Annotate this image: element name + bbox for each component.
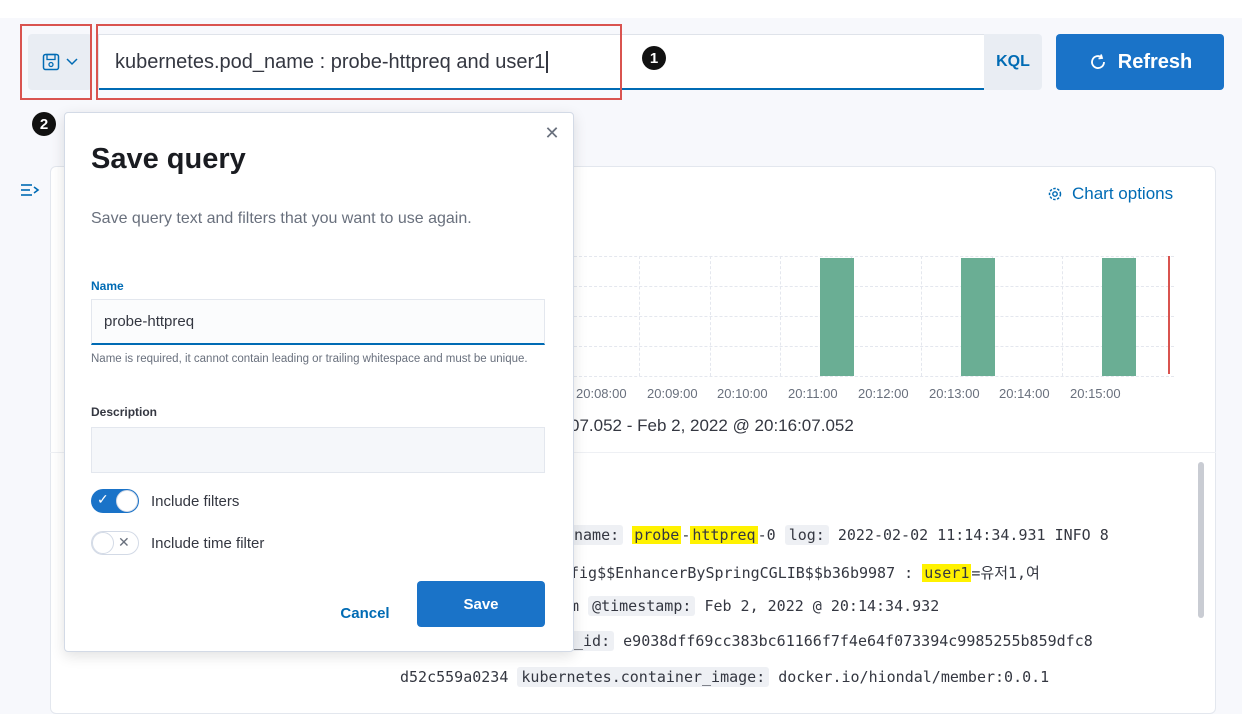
query-input-underline	[99, 88, 984, 90]
field-pod-name-key: name:	[570, 525, 624, 545]
document-line-4: _id: e9038dff69cc383bc61166f7f4e64f07339…	[570, 631, 1093, 651]
modal-title: Save query	[91, 143, 246, 175]
name-label: Name	[91, 279, 124, 293]
gear-icon	[1048, 187, 1062, 201]
chart-bar[interactable]	[1102, 258, 1136, 376]
document-line-1: name: probe - httpreq -0 log: 2022-02-02 11…	[570, 525, 1109, 545]
chart-gridline-v	[921, 256, 922, 376]
chart-gridline-h	[574, 286, 1174, 287]
chart-gridline-h	[574, 376, 1174, 377]
description-label: Description	[91, 405, 158, 419]
save-query-popover: ✕ Save query Save query text and filters…	[64, 112, 574, 652]
chart-gridline-h	[574, 316, 1174, 317]
container-image-value: docker.io/hiondal/member:0.0.1	[778, 668, 1050, 686]
time-range-text: 07.052 - Feb 2, 2022 @ 20:16:07.052	[570, 416, 854, 435]
query-input[interactable]: kubernetes.pod_name : probe-httpreq and …	[98, 34, 984, 90]
chart-gridline-v	[639, 256, 640, 376]
query-text: kubernetes.pod_name : probe-httpreq and …	[115, 50, 546, 73]
chart-tick-label: 20:08:00	[576, 386, 627, 401]
close-icon[interactable]: ✕	[541, 123, 563, 144]
kql-language-button[interactable]: KQL	[984, 34, 1042, 90]
include-time-filter-row: ✕ Include time filter	[91, 531, 264, 555]
switch-knob	[92, 532, 114, 554]
modal-description: Save query text and filters that you wan…	[91, 210, 472, 227]
chart-tick-label: 20:13:00	[929, 386, 980, 401]
chart-tick-label: 20:10:00	[717, 386, 768, 401]
switch-knob	[116, 490, 138, 512]
chart-options-button[interactable]: Chart options	[1046, 184, 1173, 204]
log-text-tail: =유저1,여	[971, 564, 1040, 582]
chart-bar[interactable]	[820, 258, 854, 376]
container-id-tail: d52c559a0234	[400, 668, 509, 686]
pod-name-suffix: -0	[757, 526, 776, 544]
name-help-text: Name is required, it cannot contain lead…	[91, 353, 528, 365]
name-field[interactable]: probe-httpreq	[91, 299, 545, 345]
chevron-down-icon	[66, 58, 78, 66]
highlight-user1: user1	[922, 564, 972, 582]
documents-scrollbar[interactable]	[1198, 462, 1204, 618]
save-disk-icon	[42, 53, 60, 71]
refresh-icon	[1090, 54, 1105, 69]
highlight-httpreq: httpreq	[690, 526, 758, 544]
chart-tick-label: 20:11:00	[788, 386, 838, 401]
include-filters-row: ✓ Include filters	[91, 489, 239, 513]
cross-icon: ✕	[118, 534, 130, 550]
expand-sidebar-icon	[21, 184, 40, 196]
chart-gridline-v	[710, 256, 711, 376]
include-time-filter-switch[interactable]: ✕	[91, 531, 139, 555]
include-filters-switch[interactable]: ✓	[91, 489, 139, 513]
chart-options-label: Chart options	[1072, 184, 1174, 203]
chart-gridline-h	[574, 256, 1174, 257]
histogram-chart	[569, 256, 1174, 377]
field-container-image-key: kubernetes.container_image:	[517, 667, 770, 687]
document-line-5: d52c559a0234 kubernetes.container_image:…	[400, 667, 1050, 687]
chart-gridline-h	[574, 346, 1174, 347]
chart-bar[interactable]	[961, 258, 995, 376]
saved-queries-button[interactable]	[28, 34, 92, 90]
field-container-id-key: _id:	[570, 631, 615, 651]
document-line-2: fig$$EnhancerBySpringCGLIB$$b36b9987 : u…	[570, 562, 1040, 583]
save-button[interactable]: Save	[417, 581, 545, 627]
log-text-continued: fig$$EnhancerBySpringCGLIB$$b36b9987 :	[570, 564, 923, 582]
field-log-key: log:	[784, 525, 829, 545]
container-id-value: e9038dff69cc383bc61166f7f4e64f073394c998…	[623, 632, 1093, 650]
sidebar-toggle-button[interactable]	[20, 182, 46, 206]
callout-1: 1	[642, 46, 666, 70]
description-field[interactable]	[91, 427, 545, 473]
document-line-3: m @timestamp: Feb 2, 2022 @ 20:14:34.932	[570, 596, 940, 616]
chart-tick-label: 20:12:00	[858, 386, 909, 401]
timestamp-value: Feb 2, 2022 @ 20:14:34.932	[704, 597, 940, 615]
chart-tick-label: 20:14:00	[999, 386, 1050, 401]
text-caret	[546, 51, 549, 73]
chart-gridline-v	[780, 256, 781, 376]
chart-gridline-v	[1062, 256, 1063, 376]
include-filters-label: Include filters	[151, 492, 240, 510]
callout-2: 2	[32, 112, 56, 136]
refresh-button[interactable]: Refresh	[1056, 34, 1224, 90]
check-icon: ✓	[97, 491, 109, 507]
log-text: 2022-02-02 11:14:34.931 INFO 8	[837, 526, 1109, 544]
refresh-label: Refresh	[1117, 50, 1193, 73]
cancel-button[interactable]: Cancel	[327, 591, 403, 635]
chart-tick-label: 20:09:00	[647, 386, 698, 401]
chart-now-marker	[1168, 256, 1170, 374]
field-timestamp-key: @timestamp:	[588, 596, 696, 616]
chart-tick-label: 20:15:00	[1070, 386, 1121, 401]
highlight-probe: probe	[632, 526, 682, 544]
include-time-filter-label: Include time filter	[151, 534, 265, 552]
